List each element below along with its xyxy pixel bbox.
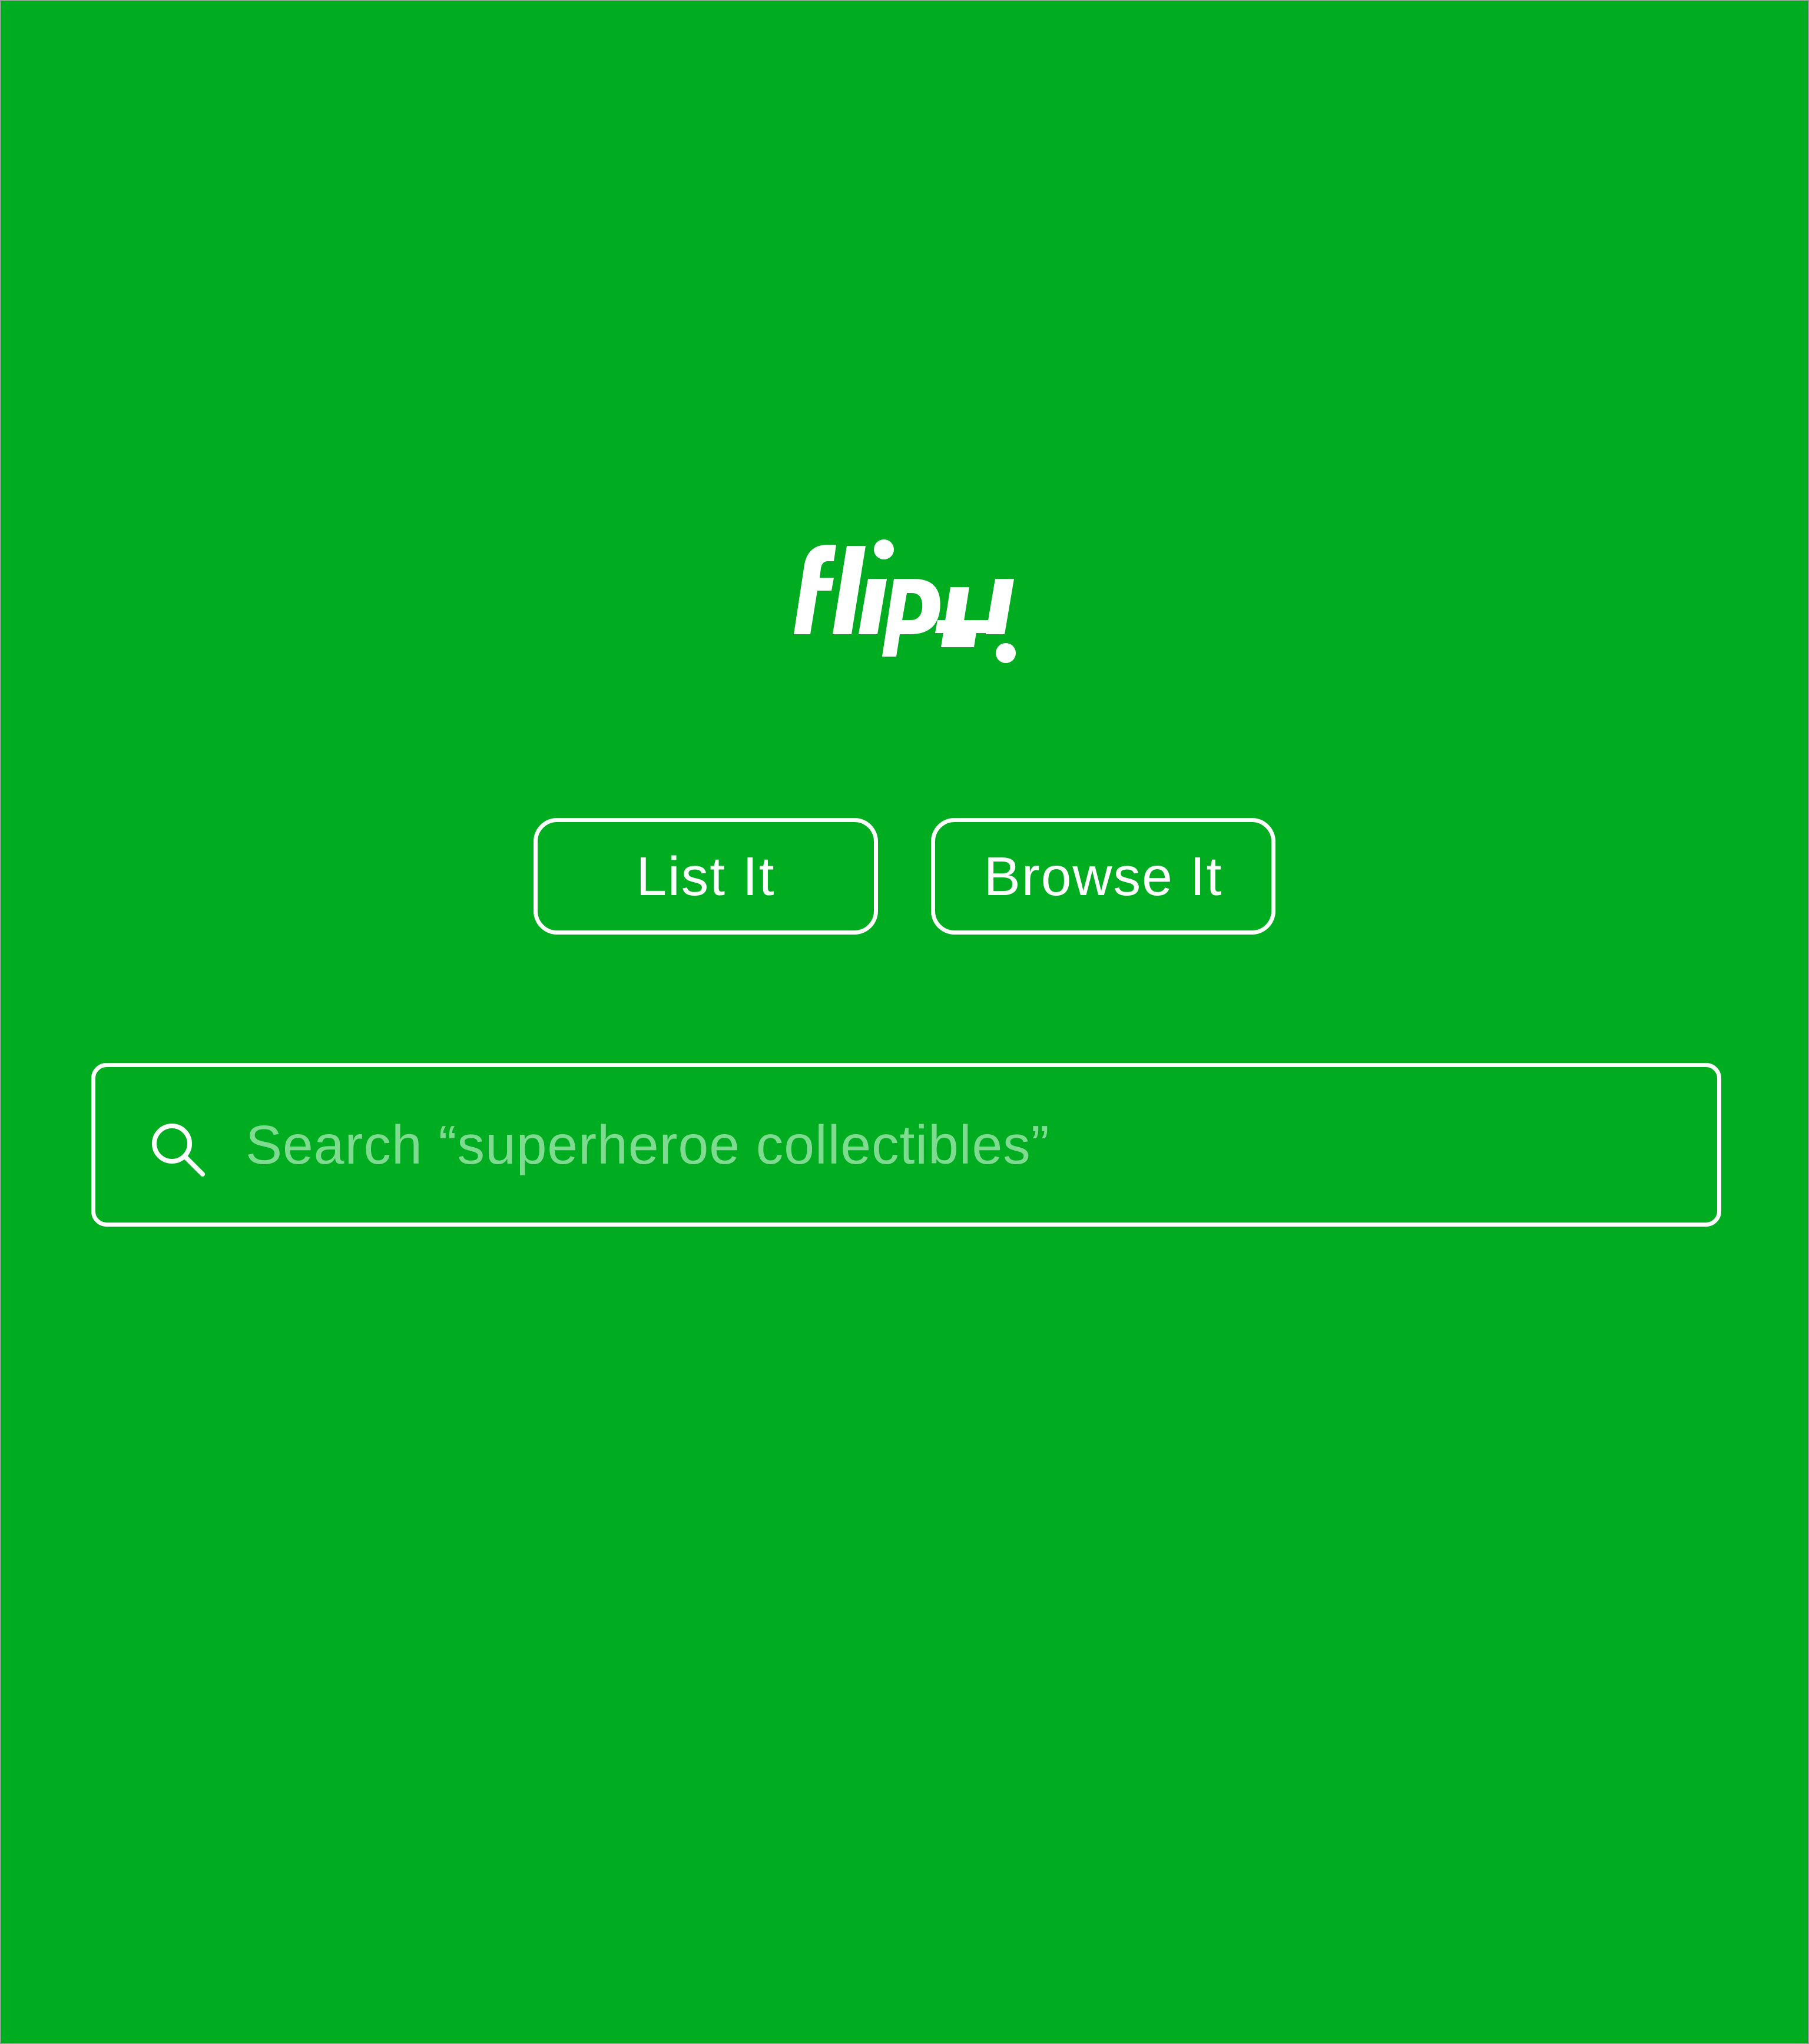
flipit-logo-mark xyxy=(794,539,1016,663)
flipit-logo xyxy=(767,528,1043,670)
list-it-button[interactable]: List It xyxy=(534,818,878,935)
search-icon xyxy=(148,1120,207,1179)
search-input[interactable] xyxy=(246,1067,1688,1223)
app-screen: List It Browse It xyxy=(0,0,1809,2044)
browse-it-button[interactable]: Browse It xyxy=(931,818,1275,935)
search-bar[interactable] xyxy=(91,1063,1721,1227)
